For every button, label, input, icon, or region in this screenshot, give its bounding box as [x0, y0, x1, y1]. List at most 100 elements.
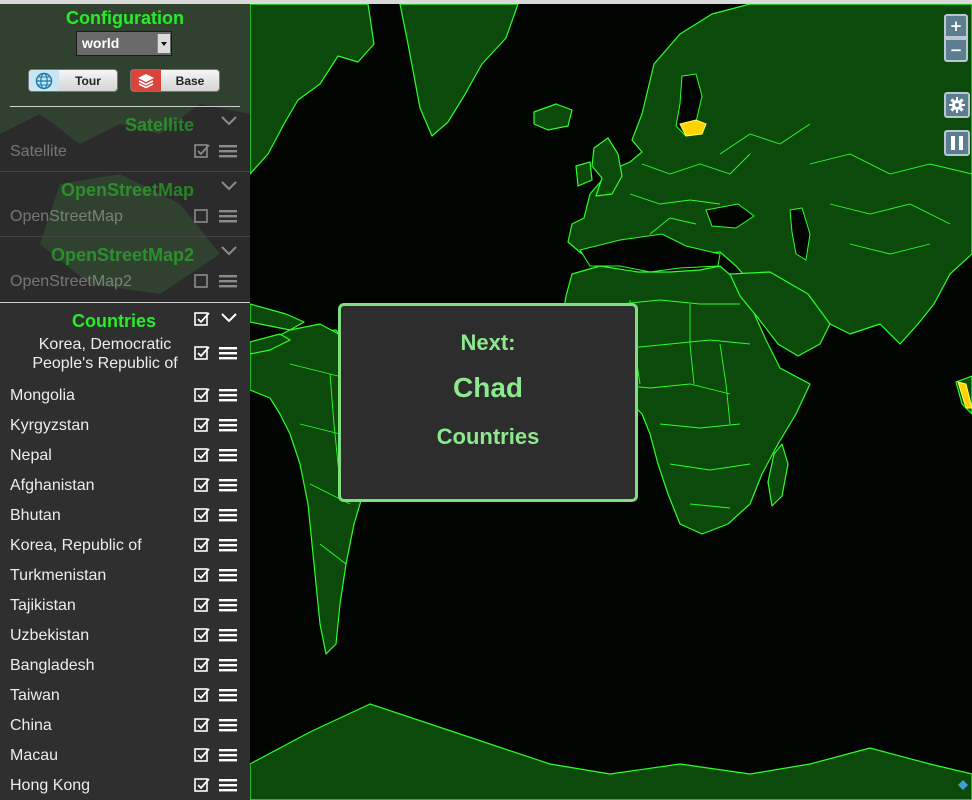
- zoom-in-button[interactable]: +: [944, 14, 968, 38]
- settings-button[interactable]: [944, 92, 970, 118]
- country-name: China: [10, 717, 52, 734]
- checkbox-checked-icon[interactable]: [194, 687, 210, 703]
- drag-menu-icon[interactable]: [219, 569, 237, 582]
- popup-layer-name: Countries: [436, 424, 540, 449]
- drag-menu-icon[interactable]: [219, 719, 237, 732]
- country-name: Uzbekistan: [10, 627, 90, 644]
- drag-menu-icon[interactable]: [219, 749, 237, 762]
- country-name: Korea, Democratic People's Republic of: [32, 336, 178, 372]
- tour-button-label: Tour: [75, 74, 101, 88]
- checkbox-checked-icon[interactable]: [194, 717, 210, 733]
- drag-menu-icon[interactable]: [219, 479, 237, 492]
- drag-menu-icon[interactable]: [219, 449, 237, 462]
- country-row[interactable]: China: [0, 711, 250, 741]
- checkbox-checked-icon[interactable]: [194, 417, 210, 433]
- popup-heading: Next:: [460, 330, 516, 355]
- checkbox-checked-icon[interactable]: [194, 537, 210, 553]
- configuration-title: Configuration: [66, 8, 184, 28]
- chevron-down-icon[interactable]: [220, 311, 238, 325]
- country-name: Korea, Republic of: [10, 537, 142, 554]
- map-land-iceland: [533, 103, 573, 131]
- country-row[interactable]: Mongolia: [0, 381, 250, 411]
- country-name: Macau: [10, 747, 59, 764]
- country-row[interactable]: Taiwan: [0, 681, 250, 711]
- country-row[interactable]: Korea, Democratic People's Republic of: [0, 335, 250, 375]
- drag-menu-icon[interactable]: [219, 599, 237, 612]
- map-attribution-icon[interactable]: [958, 780, 968, 790]
- country-name: Tajikistan: [10, 597, 76, 614]
- layer-title-openstreetmap2: OpenStreetMap2: [50, 245, 194, 265]
- popup-country-name: Chad: [453, 372, 523, 403]
- checkbox-empty-icon[interactable]: [194, 208, 210, 224]
- drag-menu-icon[interactable]: [219, 275, 237, 288]
- checkbox-checked-icon[interactable]: [194, 777, 210, 793]
- countries-layer-section: Countries Korea, Democratic People's Rep…: [0, 302, 250, 800]
- drag-menu-icon[interactable]: [219, 659, 237, 672]
- dropdown-arrow-icon[interactable]: [157, 34, 170, 53]
- chevron-down-icon[interactable]: [220, 179, 238, 193]
- country-name: Bhutan: [10, 507, 61, 524]
- tour-button[interactable]: Tour: [28, 69, 118, 92]
- country-row[interactable]: Nepal: [0, 441, 250, 471]
- drag-menu-icon[interactable]: [219, 509, 237, 522]
- checkbox-checked-icon[interactable]: [194, 477, 210, 493]
- checkbox-checked-icon[interactable]: [194, 567, 210, 583]
- checkbox-checked-icon[interactable]: [194, 657, 210, 673]
- chevron-down-icon[interactable]: [220, 114, 238, 128]
- layer-row-label-satellite: Satellite: [10, 143, 67, 160]
- gear-icon: [949, 97, 965, 113]
- layer-header-satellite[interactable]: Satellite: [0, 112, 250, 140]
- drag-menu-icon[interactable]: [219, 419, 237, 432]
- drag-menu-icon[interactable]: [219, 347, 237, 360]
- layer-header-openstreetmap[interactable]: OpenStreetMap: [0, 177, 250, 205]
- country-row[interactable]: Uzbekistan: [0, 621, 250, 651]
- configuration-select[interactable]: world: [76, 31, 172, 56]
- drag-menu-icon[interactable]: [219, 145, 237, 158]
- next-country-popup: Next: Chad Countries: [338, 303, 638, 502]
- layer-row-openstreetmap: OpenStreetMap: [0, 202, 250, 232]
- pause-button[interactable]: [944, 130, 970, 156]
- layer-row-satellite: Satellite: [0, 137, 250, 167]
- drag-menu-icon[interactable]: [219, 539, 237, 552]
- country-row[interactable]: Hong Kong: [0, 771, 250, 800]
- country-row[interactable]: Macau: [0, 741, 250, 771]
- window-top-strip: [0, 0, 972, 4]
- zoom-out-button[interactable]: −: [944, 38, 968, 62]
- checkbox-checked-icon[interactable]: [194, 507, 210, 523]
- country-row[interactable]: Bhutan: [0, 501, 250, 531]
- drag-menu-icon[interactable]: [219, 629, 237, 642]
- drag-menu-icon[interactable]: [219, 779, 237, 792]
- checkbox-checked-icon[interactable]: [194, 345, 210, 361]
- chevron-down-icon[interactable]: [220, 244, 238, 258]
- country-name: Taiwan: [10, 687, 60, 704]
- drag-menu-icon[interactable]: [219, 389, 237, 402]
- country-name: Mongolia: [10, 387, 75, 404]
- layer-header-countries[interactable]: Countries: [0, 303, 250, 331]
- drag-menu-icon[interactable]: [219, 210, 237, 223]
- country-row[interactable]: Turkmenistan: [0, 561, 250, 591]
- layer-header-openstreetmap2[interactable]: OpenStreetMap2: [0, 242, 250, 270]
- country-row[interactable]: Korea, Republic of: [0, 531, 250, 561]
- base-button-label: Base: [175, 74, 205, 88]
- checkbox-checked-icon[interactable]: [194, 447, 210, 463]
- drag-menu-icon[interactable]: [219, 689, 237, 702]
- country-row[interactable]: Afghanistan: [0, 471, 250, 501]
- checkbox-empty-icon[interactable]: [194, 273, 210, 289]
- country-name: Bangladesh: [10, 657, 95, 674]
- configuration-select-value: world: [82, 35, 120, 51]
- checkbox-checked-icon[interactable]: [194, 143, 210, 159]
- map-land-cuba-caribbean: [250, 303, 305, 331]
- checkbox-checked-icon[interactable]: [194, 597, 210, 613]
- base-button[interactable]: Base: [130, 69, 220, 92]
- layer-row-openstreetmap2: OpenStreetMap2: [0, 267, 250, 297]
- layer-title-countries: Countries: [71, 311, 156, 331]
- checkbox-checked-icon[interactable]: [194, 387, 210, 403]
- globe-icon: [29, 70, 59, 91]
- checkbox-checked-icon[interactable]: [194, 627, 210, 643]
- country-row[interactable]: Tajikistan: [0, 591, 250, 621]
- country-row[interactable]: Bangladesh: [0, 651, 250, 681]
- checkbox-checked-icon[interactable]: [194, 747, 210, 763]
- country-row[interactable]: Kyrgyzstan: [0, 411, 250, 441]
- layer-title-satellite: Satellite: [124, 115, 194, 135]
- checkbox-checked-icon[interactable]: [194, 311, 210, 327]
